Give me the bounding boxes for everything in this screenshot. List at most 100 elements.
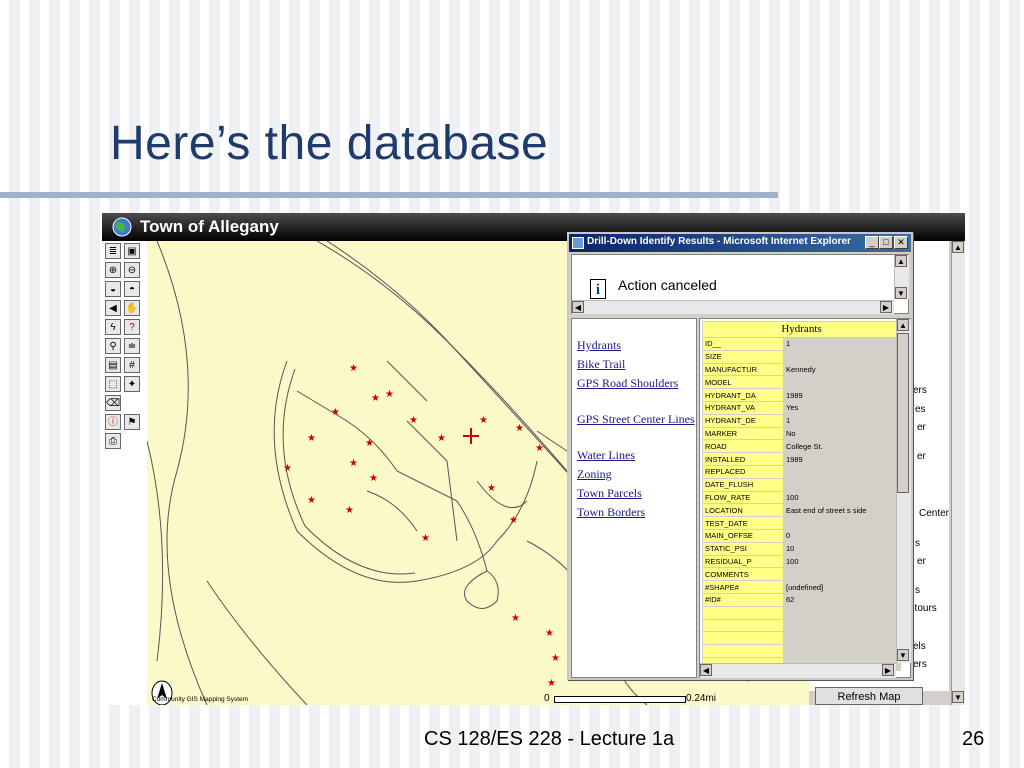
layer-link-hydrants[interactable]: Hydrants xyxy=(577,337,695,353)
select-icon[interactable]: ⬚ xyxy=(105,376,121,392)
eraser-icon[interactable]: ⌫ xyxy=(105,395,121,411)
hyperlink-icon[interactable]: ⚑ xyxy=(124,414,140,430)
scroll-up-icon[interactable]: ▲ xyxy=(897,319,909,331)
page-number: 26 xyxy=(962,728,985,750)
legend-icon[interactable]: ≣ xyxy=(105,243,121,259)
svg-text:★: ★ xyxy=(371,393,380,404)
table-row: SIZE xyxy=(702,349,901,364)
full-extent-icon[interactable]: ◒ xyxy=(105,281,121,297)
scroll-right-icon[interactable]: ▶ xyxy=(882,664,894,676)
table-title: Hydrants xyxy=(702,321,901,338)
zoom-previous-icon[interactable]: ◓ xyxy=(124,281,140,297)
layer-link-zoning[interactable]: Zoning xyxy=(577,466,695,482)
table-row xyxy=(702,631,901,646)
minimize-button[interactable]: _ xyxy=(865,236,879,249)
layer-list-item[interactable]: er xyxy=(917,556,926,567)
scale-start: 0 xyxy=(544,693,550,704)
field-value-cell: 1 xyxy=(783,413,901,428)
layer-link-town-parcels[interactable]: Town Parcels xyxy=(577,485,695,501)
message-pane: i Action canceled ▲ ▼ ◀ ▶ xyxy=(571,254,909,314)
layer-link-bike-trail[interactable]: Bike Trail xyxy=(577,356,695,372)
layer-list-item[interactable]: ers xyxy=(913,385,927,396)
identify-icon[interactable]: ⓘ xyxy=(105,414,121,430)
field-name-cell xyxy=(702,605,784,620)
zoom-in-icon[interactable]: ⊕ xyxy=(105,262,121,278)
layer-list-scrollbar[interactable]: ▲ ▼ xyxy=(951,241,965,705)
table-hscrollbar[interactable]: ◀ ▶ xyxy=(700,663,896,678)
table-row: #SHAPE# [undefined] xyxy=(702,580,901,594)
layer-link-water-lines[interactable]: Water Lines xyxy=(577,447,695,463)
table-row xyxy=(702,605,901,620)
print-icon[interactable]: ⎙ xyxy=(105,433,121,449)
layer-list-item[interactable]: Center xyxy=(919,508,949,519)
back-arrow-icon[interactable]: ◀ xyxy=(105,300,121,316)
table-row: #ID# 62 xyxy=(702,592,901,607)
binoculars-icon[interactable]: ⚲ xyxy=(105,338,121,354)
scroll-thumb[interactable] xyxy=(897,333,909,493)
svg-text:★: ★ xyxy=(535,443,544,454)
layer-list-item[interactable]: ers xyxy=(913,659,927,670)
layer-list-item[interactable]: er xyxy=(917,422,926,433)
info-icon: i xyxy=(590,279,606,299)
zoom-out-icon[interactable]: ⊖ xyxy=(124,262,140,278)
app-title: Town of Allegany xyxy=(140,217,279,236)
field-name-cell: ID__ xyxy=(702,337,784,351)
field-name-cell xyxy=(702,644,784,658)
table-vscrollbar[interactable]: ▲ ▼ xyxy=(896,319,911,663)
grid-icon[interactable]: # xyxy=(124,357,140,373)
measure-icon[interactable]: ≐ xyxy=(124,338,140,354)
field-name-cell: SIZE xyxy=(702,349,784,364)
field-value-cell: Kennedy xyxy=(783,362,901,377)
layer-list-item[interactable]: es xyxy=(915,404,926,415)
wand-icon[interactable]: ✦ xyxy=(124,376,140,392)
field-value-cell: East end of street s side xyxy=(783,503,901,518)
scale-bar-graphic xyxy=(554,696,686,703)
action-canceled-message: Action canceled xyxy=(618,277,717,293)
field-value-cell xyxy=(783,567,901,582)
svg-text:★: ★ xyxy=(545,628,554,639)
message-vscrollbar[interactable]: ▲ ▼ xyxy=(894,255,909,299)
table-row: ID__ 1 xyxy=(702,337,901,351)
table-row xyxy=(702,644,901,658)
layer-link-gps-street-center-lines[interactable]: GPS Street Center Lines xyxy=(577,411,695,427)
svg-text:★: ★ xyxy=(547,678,556,689)
table-icon[interactable]: ▤ xyxy=(105,357,121,373)
svg-text:★: ★ xyxy=(307,433,316,444)
layer-list-item[interactable]: s xyxy=(915,585,920,596)
layer-link-town-borders[interactable]: Town Borders xyxy=(577,504,695,520)
lightning-icon[interactable]: ϟ xyxy=(105,319,121,335)
scroll-up-icon[interactable]: ▲ xyxy=(895,255,907,267)
layer-list-item[interactable]: er xyxy=(917,451,926,462)
popup-titlebar[interactable]: Drill-Down Identify Results - Microsoft … xyxy=(569,234,911,252)
map-toolbar: ≣ ▣ ⊕ ⊖ ◒ ◓ ◀ ✋ ϟ ? ⚲ ≐ ▤ # ⬚ ✦ ⌫ ⓘ ⚑ ⎙ xyxy=(102,241,148,705)
refresh-map-button[interactable]: Refresh Map xyxy=(815,687,923,705)
scroll-up-icon[interactable]: ▲ xyxy=(952,241,964,253)
table-row: HYDRANT_DE 1 xyxy=(702,413,901,428)
close-button[interactable]: ✕ xyxy=(894,236,908,249)
scroll-down-icon[interactable]: ▼ xyxy=(895,287,907,299)
layer-list-item[interactable]: els xyxy=(913,641,926,652)
layer-link-gps-road-shoulders[interactable]: GPS Road Shoulders xyxy=(577,375,695,391)
layer-list-item[interactable]: s xyxy=(915,538,920,549)
layer-list-item[interactable]: ntours xyxy=(909,603,937,614)
scroll-left-icon[interactable]: ◀ xyxy=(572,301,584,313)
scroll-down-icon[interactable]: ▼ xyxy=(897,649,909,661)
table-row: RESIDUAL_P 100 xyxy=(702,554,901,569)
pan-hand-icon[interactable]: ✋ xyxy=(124,300,140,316)
table-row: HYDRANT_DA 1989 xyxy=(702,388,901,402)
maximize-button[interactable]: □ xyxy=(879,236,893,249)
popup-title: Drill-Down Identify Results - Microsoft … xyxy=(587,236,851,247)
message-hscrollbar[interactable]: ◀ ▶ xyxy=(572,300,894,314)
field-value-cell: No xyxy=(783,426,901,441)
scroll-down-icon[interactable]: ▼ xyxy=(952,691,964,703)
field-name-cell: MANUFACTUR xyxy=(702,362,784,377)
field-name-cell: LOCATION xyxy=(702,503,784,518)
field-value-cell: 100 xyxy=(783,490,901,505)
scroll-right-icon[interactable]: ▶ xyxy=(880,301,892,313)
scroll-left-icon[interactable]: ◀ xyxy=(700,664,712,676)
field-value-cell: 10 xyxy=(783,541,901,556)
field-value-cell: 0 xyxy=(783,528,901,543)
query-icon[interactable]: ? xyxy=(124,319,140,335)
overview-icon[interactable]: ▣ xyxy=(124,243,140,259)
svg-text:★: ★ xyxy=(511,613,520,624)
